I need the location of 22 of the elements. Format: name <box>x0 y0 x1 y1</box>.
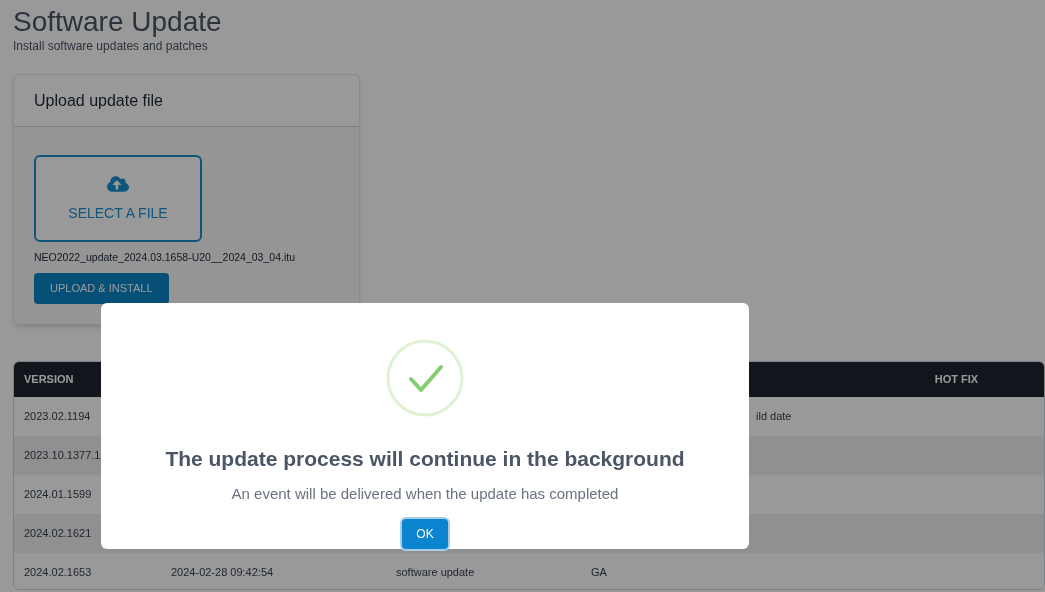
select-file-button[interactable]: SELECT A FILE <box>34 155 202 242</box>
table-cell: 2024.01.1599 <box>24 488 92 501</box>
ok-button[interactable]: OK <box>402 519 448 549</box>
table-cell: ild date <box>756 410 792 423</box>
dialog-title: The update process will continue in the background <box>165 446 685 472</box>
table-cell: GA <box>591 566 607 579</box>
table-cell: 2024.02.1621 <box>24 527 92 540</box>
table-cell: 2024-02-28 09:42:54 <box>171 566 274 579</box>
check-circle-icon <box>386 339 464 417</box>
file-name: NEO2022_update_2024.03.1658-U20__2024_03_04.itu <box>34 250 295 265</box>
table-cell: 2024.02.1653 <box>24 566 92 579</box>
dialog-message: An event will be delivered when the update has completed <box>231 483 619 504</box>
cloud-upload-icon <box>107 173 129 195</box>
page-subtitle: Install software updates and patches <box>13 38 208 54</box>
card-title: Upload update file <box>34 90 163 111</box>
table-cell: 2023.02.1194 <box>24 410 91 423</box>
column-header: VERSION <box>24 373 74 386</box>
page-title: Software Update <box>13 6 222 38</box>
column-header: HOT FIX <box>934 372 979 388</box>
table-cell: 2023.10.1377.1 <box>24 449 101 462</box>
table-cell: software update <box>396 566 475 579</box>
upload-install-button[interactable]: UPLOAD & INSTALL <box>34 272 169 304</box>
